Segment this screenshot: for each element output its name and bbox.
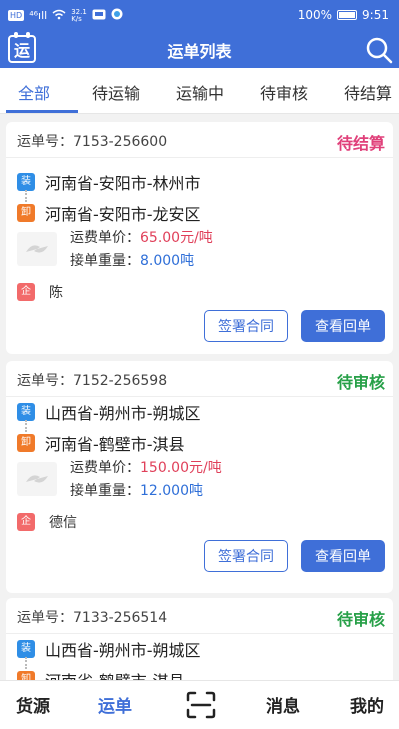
origin-address: 山西省-朔州市-朔城区 (45, 404, 201, 423)
price-value: 65.00元/吨 (140, 230, 213, 246)
status-badge: 待审核 (336, 610, 385, 629)
destination-address: 河南省-鹤壁市-淇县 (45, 668, 185, 680)
price-label: 运费单价： (70, 460, 140, 476)
company-tag: 企 (17, 513, 35, 531)
tab-pending-transport[interactable]: 待运输 (92, 80, 140, 104)
price-label: 运费单价： (70, 230, 140, 246)
signal-icon: ⁴⁶ıll (29, 9, 48, 22)
cargo-image-placeholder-icon (17, 462, 57, 496)
origin-row: 装 山西省-朔州市-朔城区 (17, 637, 201, 661)
destination-address: 河南省-鹤壁市-淇县 (45, 435, 185, 454)
clock: 9:51 (362, 8, 389, 22)
price-value: 150.00元/吨 (140, 460, 222, 476)
tab-pending-settlement[interactable]: 待结算 (344, 80, 392, 104)
scan-icon[interactable] (186, 691, 216, 719)
destination-row: 卸 河南省-鹤壁市-淇县 (17, 668, 185, 680)
app-status-icon (111, 8, 123, 23)
company-tag: 企 (17, 283, 35, 301)
weight-label: 接单重量： (70, 253, 140, 269)
view-receipt-button[interactable]: 查看回单 (301, 540, 385, 572)
status-tabs: 全部 待运输 运输中 待审核 待结算 (0, 68, 399, 114)
load-tag: 装 (17, 173, 35, 191)
page-title: 运单列表 (167, 42, 232, 61)
origin-address: 河南省-安阳市-林州市 (45, 174, 201, 193)
origin-row: 装 河南省-安阳市-林州市 (17, 170, 201, 194)
origin-row: 装 山西省-朔州市-朔城区 (17, 400, 201, 424)
destination-row: 卸 河南省-鹤壁市-淇县 (17, 431, 185, 455)
waybill-number: 运单号：7133-256514 (17, 610, 168, 626)
weight-value: 8.000吨 (140, 253, 195, 269)
waybill-card[interactable]: 运单号：7152-256598 待审核 装 山西省-朔州市-朔城区 卸 河南省-… (6, 361, 393, 593)
view-receipt-button[interactable]: 查看回单 (301, 310, 385, 342)
search-icon[interactable] (365, 36, 393, 64)
company-row: 企 德信 (17, 512, 77, 532)
destination-address: 河南省-安阳市-龙安区 (45, 205, 201, 224)
waybill-number: 运单号：7153-256600 (17, 134, 168, 150)
tab-indicator (6, 110, 78, 113)
net-speed: 32.1 K/s (71, 8, 87, 23)
sign-contract-button[interactable]: 签署合同 (204, 310, 288, 342)
waybill-number: 运单号：7152-256598 (17, 373, 168, 389)
nav-cargo-source[interactable]: 货源 (16, 692, 50, 717)
net-speed-unit: K/s (71, 14, 82, 23)
unload-tag: 卸 (17, 204, 35, 222)
waybill-card[interactable]: 运单号：7153-256600 待结算 装 河南省-安阳市-林州市 卸 河南省-… (6, 122, 393, 354)
card-header: 运单号：7152-256598 待审核 (6, 361, 393, 397)
weight-value: 12.000吨 (140, 483, 203, 499)
waybill-card[interactable]: 运单号：7133-256514 待审核 装 山西省-朔州市-朔城区 卸 河南省-… (6, 598, 393, 680)
status-left: HD ⁴⁶ıll 32.1 K/s (8, 8, 123, 23)
bottom-nav: 货源 运单 消息 我的 (0, 680, 399, 729)
status-badge: 待审核 (336, 373, 385, 392)
notification-icon (92, 9, 106, 23)
hd-badge: HD (8, 10, 25, 21)
card-header: 运单号：7133-256514 待审核 (6, 598, 393, 634)
cargo-image-placeholder-icon (17, 232, 57, 266)
destination-row: 卸 河南省-安阳市-龙安区 (17, 201, 201, 225)
load-tag: 装 (17, 640, 35, 658)
waybill-list[interactable]: 运单号：7153-256600 待结算 装 河南省-安阳市-林州市 卸 河南省-… (0, 114, 399, 680)
tab-in-transit[interactable]: 运输中 (176, 80, 224, 104)
company-row: 企 陈 (17, 282, 63, 302)
battery-icon (337, 10, 358, 20)
nav-messages[interactable]: 消息 (266, 692, 300, 717)
load-tag: 装 (17, 403, 35, 421)
status-right: 100% 9:51 (298, 8, 389, 22)
sign-contract-button[interactable]: 签署合同 (204, 540, 288, 572)
tab-pending-review[interactable]: 待审核 (260, 80, 308, 104)
company-name: 陈 (49, 285, 63, 301)
price-row: 运费单价：150.00元/吨 (70, 457, 222, 477)
origin-address: 山西省-朔州市-朔城区 (45, 641, 201, 660)
tab-all[interactable]: 全部 (18, 80, 50, 104)
unload-tag: 卸 (17, 434, 35, 452)
card-header: 运单号：7153-256600 待结算 (6, 122, 393, 158)
weight-row: 接单重量：12.000吨 (70, 480, 203, 500)
weight-label: 接单重量： (70, 483, 140, 499)
status-badge: 待结算 (336, 134, 385, 153)
nav-waybill[interactable]: 运单 (98, 692, 132, 717)
nav-mine[interactable]: 我的 (350, 692, 384, 717)
title-bar: 运 运单列表 (0, 32, 399, 68)
status-bar: HD ⁴⁶ıll 32.1 K/s 100% 9:51 (0, 0, 399, 32)
battery-percent: 100% (297, 8, 333, 22)
price-row: 运费单价：65.00元/吨 (70, 227, 213, 247)
weight-row: 接单重量：8.000吨 (70, 250, 194, 270)
unload-tag: 卸 (17, 671, 35, 680)
company-name: 德信 (49, 515, 77, 531)
wifi-icon (52, 9, 66, 23)
